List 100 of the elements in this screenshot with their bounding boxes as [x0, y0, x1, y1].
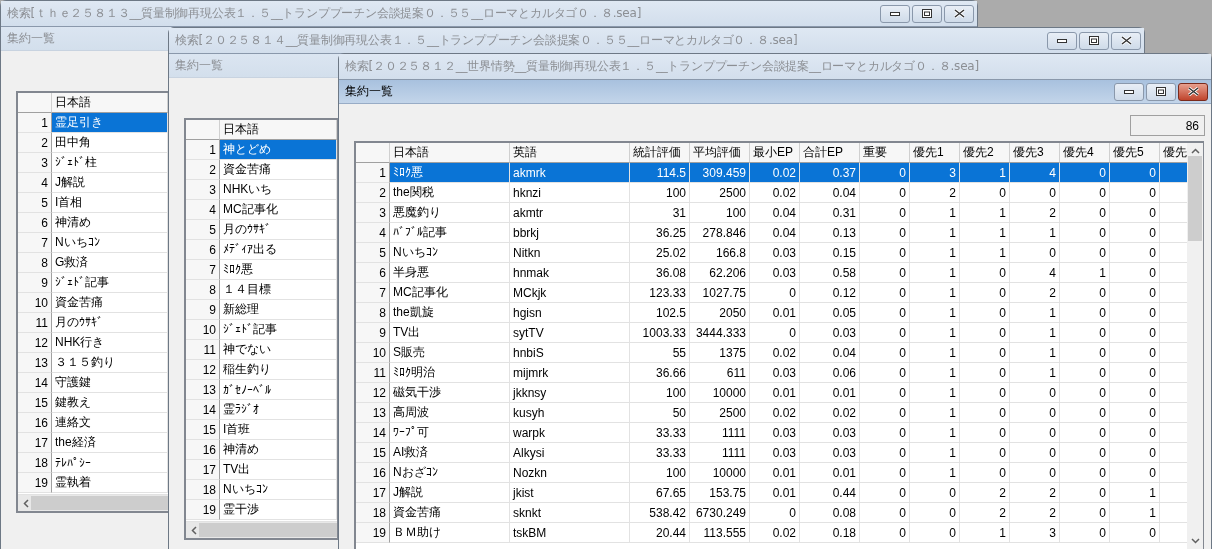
table-cell: 0 — [860, 183, 910, 203]
column-header[interactable]: 最小EP — [750, 143, 800, 163]
table-cell: 0 — [960, 443, 1010, 463]
column-header[interactable]: 優先4 — [1060, 143, 1110, 163]
table-cell: 半身悪 — [390, 263, 510, 283]
table-cell: 1 — [910, 383, 960, 403]
column-header[interactable]: 日本語 — [52, 93, 168, 113]
table-cell: 114.5 — [630, 163, 690, 183]
row-number: 2 — [186, 160, 220, 180]
table-cell: 1 — [910, 283, 960, 303]
row-number: 9 — [18, 273, 52, 293]
table-cell: ｼﾞｪﾄﾞ記事 — [52, 273, 168, 293]
table-cell: ﾒﾃﾞｨｱ出る — [220, 240, 337, 260]
row-number: 13 — [356, 403, 390, 423]
table-cell: MCkjk — [510, 283, 630, 303]
scroll-thumb[interactable] — [199, 523, 337, 537]
column-header[interactable]: 優先5 — [1110, 143, 1160, 163]
table-cell: 20.44 — [630, 523, 690, 543]
maximize-button[interactable] — [912, 4, 942, 23]
scroll-down-icon[interactable] — [1190, 538, 1200, 544]
maximize-button[interactable] — [1079, 31, 1109, 50]
close-button[interactable] — [1178, 82, 1208, 101]
table-cell: 0 — [1110, 523, 1160, 543]
horizontal-scrollbar[interactable] — [186, 521, 337, 538]
column-header[interactable]: 統計評価 — [630, 143, 690, 163]
table-cell: ｼﾞｪﾄﾞ記事 — [220, 320, 337, 340]
column-header[interactable]: 英語 — [510, 143, 630, 163]
count-field[interactable]: 86 — [1130, 115, 1205, 136]
table-cell: hnbiS — [510, 343, 630, 363]
table-cell: TV出 — [390, 323, 510, 343]
table-cell: 0 — [860, 483, 910, 503]
table-cell: 10000 — [690, 383, 750, 403]
row-number: 6 — [18, 213, 52, 233]
minimize-button[interactable] — [880, 4, 910, 23]
table-cell: S販売 — [390, 343, 510, 363]
table-cell: 1 — [910, 303, 960, 323]
table-cell: ﾐﾛｸ明治 — [390, 363, 510, 383]
column-header[interactable]: 優先1 — [910, 143, 960, 163]
column-header[interactable]: 重要 — [860, 143, 910, 163]
vertical-scrollbar[interactable] — [1187, 143, 1203, 549]
maximize-icon — [922, 9, 932, 18]
scroll-left-icon[interactable] — [191, 525, 197, 535]
table-cell: 2500 — [690, 183, 750, 203]
table-cell: 霊干渉 — [220, 500, 337, 520]
maximize-button[interactable] — [1146, 82, 1176, 101]
column-header[interactable]: 合計EP — [800, 143, 860, 163]
column-header[interactable]: 優先 — [1160, 143, 1187, 163]
row-number: 13 — [186, 380, 220, 400]
table-cell: 0 — [1060, 223, 1110, 243]
table-cell: 113.555 — [690, 523, 750, 543]
column-header[interactable]: 平均評価 — [690, 143, 750, 163]
table-cell: NHK行き — [52, 333, 168, 353]
column-header[interactable]: 日本語 — [390, 143, 510, 163]
row-number: 1 — [18, 113, 52, 133]
table-cell: 2 — [910, 183, 960, 203]
table-cell: 1 — [1060, 263, 1110, 283]
scroll-thumb[interactable] — [1188, 156, 1202, 241]
table-cell: NHKいち — [220, 180, 337, 200]
scroll-left-icon[interactable] — [23, 498, 29, 508]
column-header[interactable]: 日本語 — [220, 120, 337, 140]
row-number: 15 — [18, 393, 52, 413]
table-cell: 2 — [1010, 503, 1060, 523]
table-cell: 0 — [1010, 463, 1060, 483]
table-cell: 0 — [860, 223, 910, 243]
row-number: 19 — [18, 473, 52, 493]
table-cell: 0 — [860, 263, 910, 283]
table-cell: 0 — [1110, 203, 1160, 223]
column-header[interactable]: 優先2 — [960, 143, 1010, 163]
table-cell: 資金苦痛 — [220, 160, 337, 180]
table-cell: １４目標 — [220, 280, 337, 300]
table-cell: 0.44 — [800, 483, 860, 503]
table-cell: 1 — [960, 223, 1010, 243]
table-cell: 123.33 — [630, 283, 690, 303]
horizontal-scrollbar[interactable] — [18, 494, 168, 511]
table-cell: 0 — [1110, 183, 1160, 203]
table-cell: 悪魔釣り — [390, 203, 510, 223]
table-cell: 0 — [1060, 283, 1110, 303]
table-cell: 1 — [1010, 343, 1060, 363]
table-cell: 資金苦痛 — [52, 293, 168, 313]
close-button[interactable] — [1111, 31, 1141, 50]
row-number: 14 — [186, 400, 220, 420]
row-number: 12 — [356, 383, 390, 403]
table-cell: 3 — [910, 163, 960, 183]
column-header[interactable]: 優先3 — [1010, 143, 1060, 163]
table-cell: 0 — [860, 343, 910, 363]
scroll-thumb[interactable] — [31, 496, 168, 510]
scroll-up-icon[interactable] — [1190, 148, 1200, 154]
table-cell: the経済 — [52, 433, 168, 453]
table-cell: 0.04 — [800, 183, 860, 203]
table-cell: 0 — [1060, 163, 1110, 183]
table-cell: 0 — [910, 483, 960, 503]
row-number: 13 — [18, 353, 52, 373]
close-button[interactable] — [944, 4, 974, 23]
table-cell: I首班 — [220, 420, 337, 440]
table-cell: 0 — [1060, 503, 1110, 523]
minimize-button[interactable] — [1114, 82, 1144, 101]
row-number: 17 — [186, 460, 220, 480]
row-number: 4 — [186, 200, 220, 220]
minimize-button[interactable] — [1047, 31, 1077, 50]
table-cell: 0.05 — [800, 303, 860, 323]
